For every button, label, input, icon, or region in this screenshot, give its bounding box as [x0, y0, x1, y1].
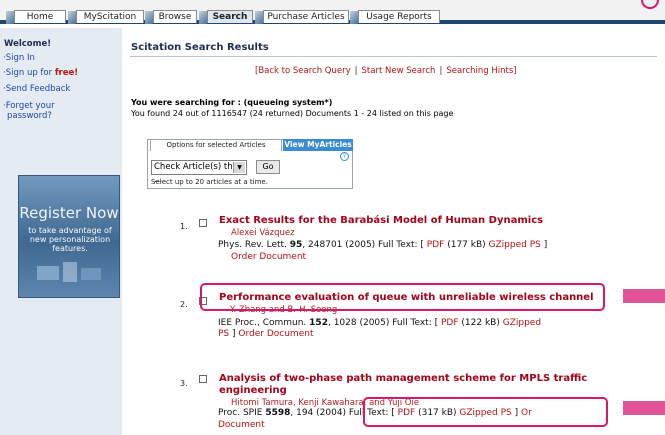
- options-panel: Options for selected Articles View MyArt…: [147, 139, 353, 189]
- register-graphic-icon: [37, 262, 101, 282]
- result-citation: Phys. Rev. Lett. 95, 248701 (2005) Full …: [218, 240, 548, 250]
- search-links-row: [Back to Search Query | Start New Search | S…: [255, 66, 517, 76]
- pdf-link[interactable]: PDF: [427, 240, 445, 250]
- result-citation-wrap: PS ] Order Document: [218, 329, 314, 339]
- tab-label: Search: [212, 12, 248, 22]
- result-authors[interactable]: Alexei Vázquez: [231, 228, 295, 238]
- highlight-marker: [623, 401, 665, 415]
- result-title-link-wrap[interactable]: engineering: [219, 385, 287, 396]
- result-title-link[interactable]: Exact Results for the Barabási Model of …: [219, 215, 543, 226]
- selection-hint: Select up to 20 articles at a time.: [151, 178, 268, 186]
- tab-label: Browse: [158, 12, 192, 22]
- tab-label: Usage Reports: [366, 12, 432, 22]
- search-query-summary: You were searching for : (queueing syste…: [131, 98, 333, 107]
- heading-divider: [130, 56, 657, 57]
- link-separator: |: [439, 66, 443, 76]
- tab-label: MyScitation: [83, 12, 137, 22]
- results-count-summary: You found 24 out of 1116547 (24 returned…: [131, 109, 454, 118]
- forget-password-link-line2[interactable]: password?: [7, 111, 52, 121]
- tab-lead-icon: [199, 11, 207, 24]
- result-number: 2.: [180, 300, 188, 309]
- result-checkbox[interactable]: [199, 219, 207, 227]
- order-document-link[interactable]: Document: [218, 420, 265, 430]
- options-for-selected-tab[interactable]: Options for selected Articles: [150, 139, 282, 151]
- page-title: Scitation Search Results: [131, 42, 269, 53]
- tab-lead-icon: [255, 11, 263, 24]
- dropdown-arrow-icon: ▼: [233, 162, 245, 173]
- tab-myscitation[interactable]: MyScitation: [68, 10, 144, 24]
- sidebar: Welcome! ·Sign In ·Sign up for free! ·Se…: [0, 28, 122, 435]
- tab-browse[interactable]: Browse: [145, 10, 197, 24]
- view-myarticles-tab[interactable]: View MyArticles: [283, 139, 353, 151]
- pdf-link[interactable]: PDF: [441, 318, 459, 328]
- gzipped-ps-link-wrap[interactable]: PS: [218, 329, 229, 339]
- tab-usage-reports[interactable]: Usage Reports: [350, 10, 440, 24]
- sign-up-link[interactable]: ·Sign up for free!: [3, 68, 78, 78]
- result-number: 3.: [180, 379, 188, 388]
- register-subtitle: to take advantage of new personalization…: [28, 226, 112, 253]
- result-number: 1.: [180, 222, 188, 231]
- tab-home[interactable]: Home: [6, 10, 66, 24]
- highlight-box-title: [200, 283, 605, 311]
- order-document-link[interactable]: Order Document: [231, 252, 306, 262]
- screenshot-frame: Home MyScitation Browse Search Purchase …: [0, 0, 665, 435]
- tab-lead-icon: [68, 11, 76, 24]
- result-title-link[interactable]: Analysis of two-phase path management sc…: [219, 373, 587, 384]
- tab-label: Home: [26, 12, 54, 22]
- send-feedback-link[interactable]: ·Send Feedback: [3, 84, 70, 94]
- tab-lead-icon: [145, 11, 153, 24]
- tab-lead-icon: [350, 11, 358, 24]
- gzipped-ps-link[interactable]: GZipped PS: [489, 240, 541, 250]
- gzipped-ps-link[interactable]: GZipped: [503, 318, 541, 328]
- sign-in-link[interactable]: ·Sign In: [3, 53, 35, 63]
- help-icon[interactable]: ?: [340, 152, 349, 161]
- bracket-close: ]: [513, 66, 517, 76]
- top-navigation-bar: Home MyScitation Browse Search Purchase …: [0, 0, 665, 24]
- forget-password-link[interactable]: ·Forget your: [3, 101, 55, 111]
- link-separator: |: [354, 66, 358, 76]
- result-checkbox[interactable]: [199, 375, 207, 383]
- highlight-marker: [623, 289, 665, 303]
- corner-annotation-icon: [641, 0, 659, 9]
- register-now-banner[interactable]: Register Now to take advantage of new pe…: [18, 175, 120, 298]
- order-document-link[interactable]: Order Document: [238, 329, 313, 339]
- tab-search[interactable]: Search: [199, 10, 253, 24]
- back-to-search-query-link[interactable]: Back to Search Query: [258, 66, 350, 76]
- start-new-search-link[interactable]: Start New Search: [362, 66, 436, 76]
- welcome-label: Welcome!: [4, 39, 52, 49]
- tab-label: Purchase Articles: [267, 12, 345, 22]
- searching-hints-link[interactable]: Searching Hints: [446, 66, 513, 76]
- tab-lead-icon: [6, 11, 14, 24]
- tab-purchase-articles[interactable]: Purchase Articles: [255, 10, 349, 24]
- go-button[interactable]: Go: [256, 160, 280, 174]
- article-action-select[interactable]: Check Article(s) then ... ▼: [151, 160, 247, 185]
- register-title: Register Now: [19, 204, 119, 222]
- result-citation: IEE Proc., Commun. 152, 1028 (2005) Full…: [218, 318, 542, 328]
- highlight-box-fulltext: [363, 397, 608, 427]
